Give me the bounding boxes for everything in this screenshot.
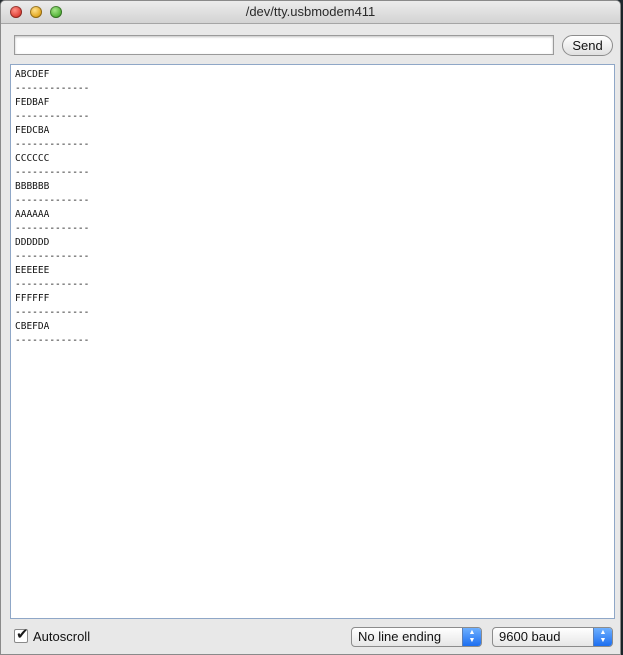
baud-rate-select[interactable]: 9600 baud ▲ ▼ (492, 627, 613, 647)
output-line: EEEEEE (15, 265, 50, 276)
serial-output-area[interactable]: ABCDEF ------------- FEDBAF ------------- FE… (10, 64, 615, 619)
output-line: ------------- (15, 279, 90, 290)
output-line: FEDCBA (15, 125, 50, 136)
output-line: ------------- (15, 251, 90, 262)
output-line: ------------- (15, 111, 90, 122)
window-title: /dev/tty.usbmodem411 (245, 4, 376, 19)
checkmark-icon: ✔ (16, 626, 29, 643)
send-button[interactable]: Send (562, 35, 613, 56)
output-line: FEDBAF (15, 97, 50, 108)
output-line: ------------- (15, 335, 90, 346)
autoscroll-checkbox[interactable]: ✔ (14, 626, 29, 643)
output-line: DDDDDD (15, 237, 50, 248)
baud-rate-value: 9600 baud (499, 629, 561, 644)
updown-arrows-icon: ▲ ▼ (462, 628, 481, 646)
output-line: AAAAAA (15, 209, 50, 220)
output-line: ABCDEF (15, 69, 50, 80)
output-line: ------------- (15, 307, 90, 318)
title-bar[interactable]: /dev/tty.usbmodem411 (1, 1, 620, 24)
line-ending-value: No line ending (358, 629, 442, 644)
output-line: CCCCCC (15, 153, 50, 164)
output-line: ------------- (15, 223, 90, 234)
serial-input-field[interactable] (14, 35, 554, 55)
line-ending-select[interactable]: No line ending ▲ ▼ (351, 627, 482, 647)
output-line: ------------- (15, 139, 90, 150)
status-bar: ✔ Autoscroll No line ending ▲ ▼ 9600 baud… (1, 621, 620, 654)
updown-arrows-icon: ▲ ▼ (593, 628, 612, 646)
send-row: Send (1, 24, 620, 64)
output-line: ------------- (15, 195, 90, 206)
output-line: ------------- (15, 167, 90, 178)
autoscroll-label[interactable]: Autoscroll (33, 629, 90, 644)
output-line: FFFFFF (15, 293, 50, 304)
output-line: ------------- (15, 83, 90, 94)
output-line: CBEFDA (15, 321, 50, 332)
output-line: BBBBBB (15, 181, 50, 192)
serial-monitor-window: /dev/tty.usbmodem411 Send ABCDEF --------… (0, 0, 621, 655)
